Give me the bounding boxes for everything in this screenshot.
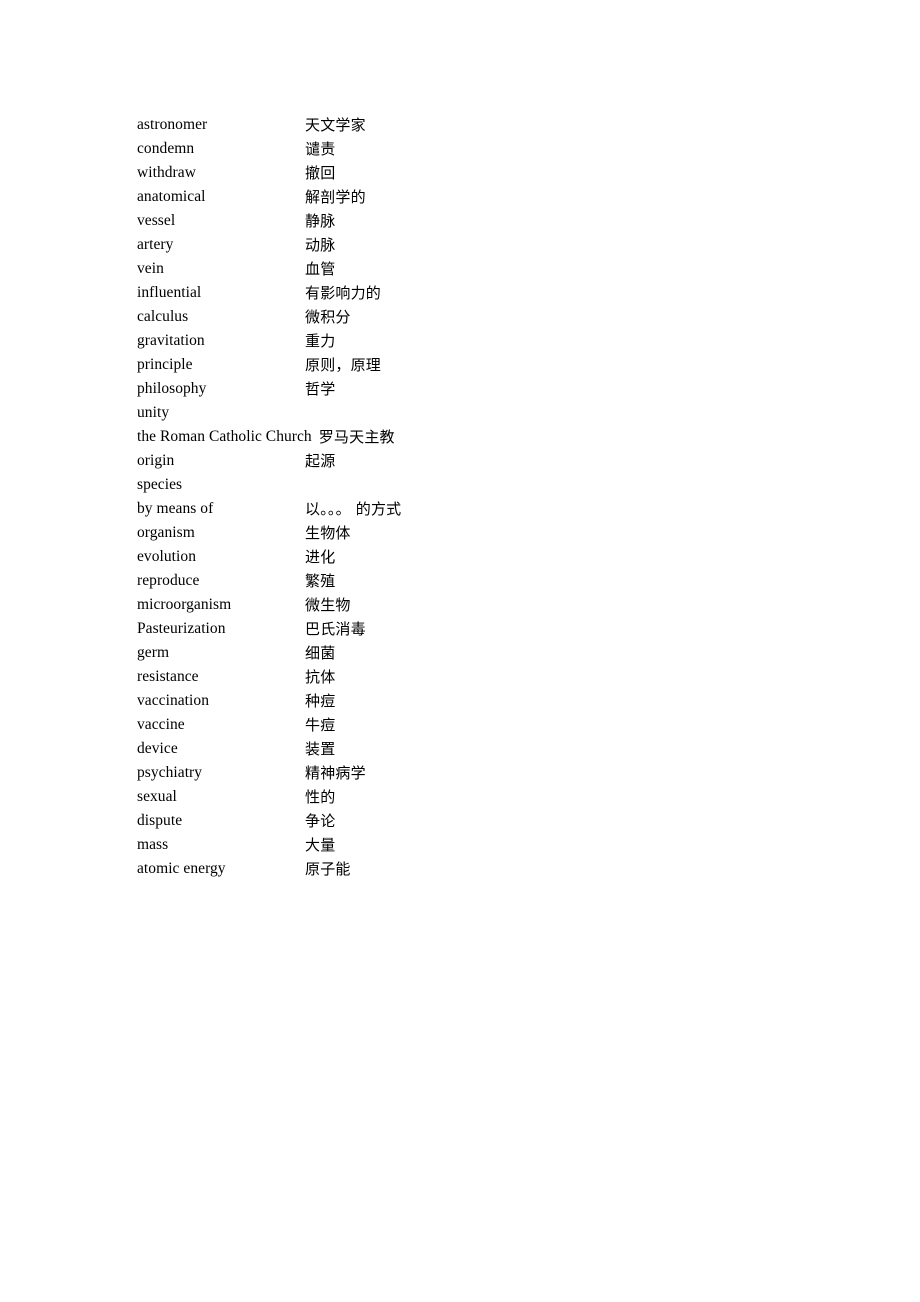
vocabulary-entry: withdraw 撤回 <box>137 161 837 185</box>
vocabulary-gloss: 血管 <box>305 260 336 278</box>
vocabulary-gloss: 进化 <box>305 548 336 566</box>
vocabulary-entry: sexual 性的 <box>137 785 837 809</box>
vocabulary-term: principle <box>137 356 193 373</box>
vocabulary-term: artery <box>137 236 174 253</box>
vocabulary-entry: condemn 谴责 <box>137 137 837 161</box>
vocabulary-term: calculus <box>137 308 189 325</box>
document-page: astronomer 天文学家 condemn 谴责 withdraw 撤回 anatomi… <box>0 0 920 1302</box>
vocabulary-gloss: 原则，原理 <box>305 356 382 374</box>
vocabulary-term: gravitation <box>137 332 205 349</box>
vocabulary-gloss: 装置 <box>305 740 336 758</box>
vocabulary-term: by means of <box>137 500 214 517</box>
vocabulary-gloss: 巴氏消毒 <box>305 620 366 638</box>
vocabulary-gloss: 原子能 <box>305 860 351 878</box>
vocabulary-entry: species <box>137 473 837 497</box>
vocabulary-entry: gravitation 重力 <box>137 329 837 353</box>
vocabulary-term: withdraw <box>137 164 196 181</box>
vocabulary-entry: reproduce 繁殖 <box>137 569 837 593</box>
vocabulary-gloss: 解剖学的 <box>305 188 366 206</box>
vocabulary-term: resistance <box>137 668 199 685</box>
vocabulary-term: vein <box>137 260 164 277</box>
vocabulary-term: vaccination <box>137 692 209 709</box>
vocabulary-term: atomic energy <box>137 860 226 877</box>
vocabulary-term: influential <box>137 284 202 301</box>
vocabulary-entry: Pasteurization 巴氏消毒 <box>137 617 837 641</box>
vocabulary-entry: principle 原则，原理 <box>137 353 837 377</box>
vocabulary-term: germ <box>137 644 170 661</box>
vocabulary-entry: origin 起源 <box>137 449 837 473</box>
vocabulary-gloss: 种痘 <box>305 692 336 710</box>
vocabulary-gloss: 大量 <box>305 836 336 854</box>
vocabulary-gloss: 细菌 <box>305 644 336 662</box>
vocabulary-entry: resistance 抗体 <box>137 665 837 689</box>
vocabulary-term: sexual <box>137 788 177 805</box>
vocabulary-gloss: 有影响力的 <box>305 284 382 302</box>
vocabulary-term: vessel <box>137 212 176 229</box>
vocabulary-entry: microorganism 微生物 <box>137 593 837 617</box>
vocabulary-term: condemn <box>137 140 195 157</box>
vocabulary-entry: organism 生物体 <box>137 521 837 545</box>
vocabulary-gloss: 静脉 <box>305 212 336 230</box>
vocabulary-gloss: 谴责 <box>305 140 336 158</box>
vocabulary-gloss: 牛痘 <box>305 716 336 734</box>
vocabulary-term: Pasteurization <box>137 620 226 637</box>
vocabulary-entry: by means of 以。。。 的方式 <box>137 497 837 521</box>
vocabulary-gloss: 微积分 <box>305 308 351 326</box>
vocabulary-gloss: 动脉 <box>305 236 336 254</box>
vocabulary-entry: germ 细菌 <box>137 641 837 665</box>
vocabulary-term: mass <box>137 836 169 853</box>
vocabulary-term: unity <box>137 404 170 421</box>
vocabulary-term: psychiatry <box>137 764 203 781</box>
vocabulary-gloss: 微生物 <box>305 596 351 614</box>
vocabulary-gloss: 撤回 <box>305 164 336 182</box>
vocabulary-entry: anatomical 解剖学的 <box>137 185 837 209</box>
vocabulary-term: the Roman Catholic Church <box>137 428 312 445</box>
vocabulary-entry: vaccine 牛痘 <box>137 713 837 737</box>
vocabulary-term: dispute <box>137 812 183 829</box>
vocabulary-entry: calculus 微积分 <box>137 305 837 329</box>
vocabulary-list: astronomer 天文学家 condemn 谴责 withdraw 撤回 anatomi… <box>137 113 837 881</box>
vocabulary-gloss: 哲学 <box>305 380 336 398</box>
vocabulary-gloss: 性的 <box>305 788 336 806</box>
vocabulary-gloss: 罗马天主教 <box>318 428 395 446</box>
vocabulary-term: species <box>137 476 183 493</box>
vocabulary-gloss: 重力 <box>305 332 336 350</box>
vocabulary-term: philosophy <box>137 380 207 397</box>
vocabulary-entry: the Roman Catholic Church 罗马天主教 <box>137 425 837 449</box>
vocabulary-entry: unity <box>137 401 837 425</box>
vocabulary-term: vaccine <box>137 716 185 733</box>
vocabulary-entry: vein 血管 <box>137 257 837 281</box>
vocabulary-term: evolution <box>137 548 196 565</box>
vocabulary-gloss: 精神病学 <box>305 764 366 782</box>
vocabulary-entry: device 装置 <box>137 737 837 761</box>
vocabulary-term: reproduce <box>137 572 200 589</box>
vocabulary-entry: psychiatry 精神病学 <box>137 761 837 785</box>
vocabulary-gloss: 繁殖 <box>305 572 336 590</box>
vocabulary-entry: evolution 进化 <box>137 545 837 569</box>
vocabulary-gloss: 起源 <box>305 452 336 470</box>
vocabulary-term: astronomer <box>137 116 208 133</box>
vocabulary-entry: atomic energy 原子能 <box>137 857 837 881</box>
vocabulary-entry: philosophy 哲学 <box>137 377 837 401</box>
vocabulary-gloss: 生物体 <box>305 524 351 542</box>
vocabulary-gloss: 以。。。 的方式 <box>305 500 402 518</box>
vocabulary-entry: vaccination 种痘 <box>137 689 837 713</box>
vocabulary-entry: vessel 静脉 <box>137 209 837 233</box>
vocabulary-gloss: 抗体 <box>305 668 336 686</box>
vocabulary-term: origin <box>137 452 175 469</box>
vocabulary-entry: artery 动脉 <box>137 233 837 257</box>
vocabulary-entry: mass 大量 <box>137 833 837 857</box>
vocabulary-term: anatomical <box>137 188 206 205</box>
vocabulary-entry: dispute 争论 <box>137 809 837 833</box>
vocabulary-entry: influential 有影响力的 <box>137 281 837 305</box>
vocabulary-term: organism <box>137 524 195 541</box>
vocabulary-entry: astronomer 天文学家 <box>137 113 837 137</box>
vocabulary-term: device <box>137 740 178 757</box>
vocabulary-term: microorganism <box>137 596 232 613</box>
vocabulary-gloss: 争论 <box>305 812 336 830</box>
vocabulary-gloss: 天文学家 <box>305 116 366 134</box>
